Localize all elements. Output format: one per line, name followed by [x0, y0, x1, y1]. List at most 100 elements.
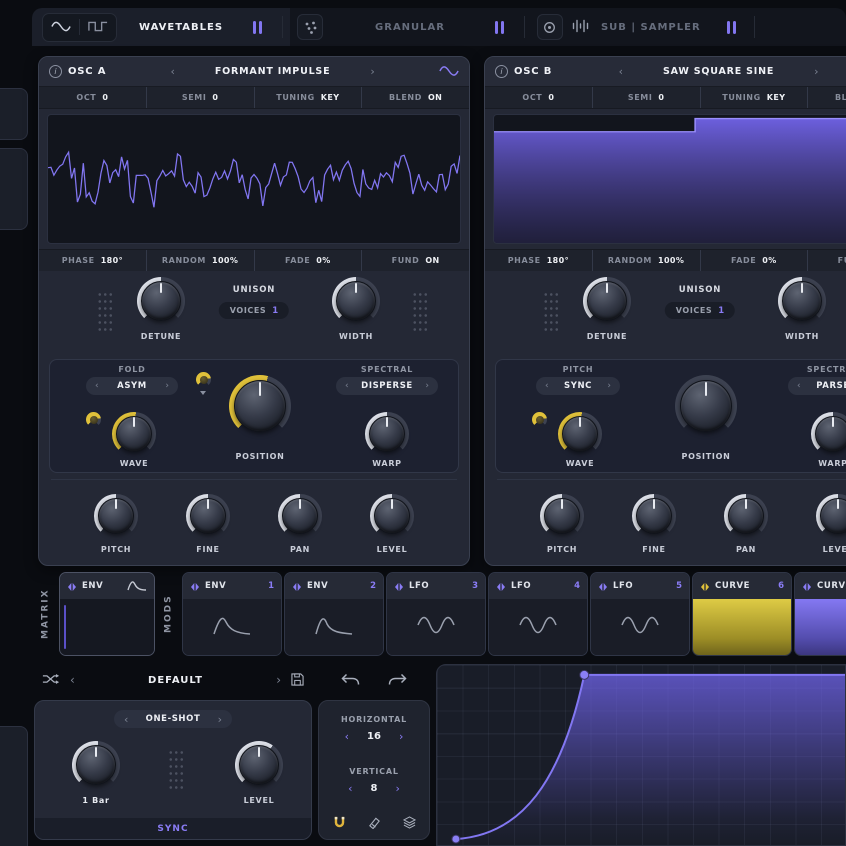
tab-sub-sampler[interactable]: SUB | SAMPLER: [601, 22, 701, 33]
mod-slot-curve-6[interactable]: CURVE 6: [692, 572, 792, 656]
info-icon[interactable]: i: [495, 65, 508, 78]
sync-toggle[interactable]: SYNC: [35, 818, 311, 839]
phase-control[interactable]: PHASE180°: [485, 250, 592, 271]
semi-control[interactable]: SEMI0: [146, 87, 254, 108]
chevron-left-icon[interactable]: ‹: [797, 382, 801, 391]
env-master-slot[interactable]: ENV: [59, 572, 155, 656]
chevron-left-icon[interactable]: ‹: [170, 66, 174, 77]
position-knob[interactable]: [675, 375, 737, 437]
chevron-left-icon[interactable]: ‹: [95, 382, 99, 391]
random-control[interactable]: RANDOM100%: [592, 250, 700, 271]
chevron-right-icon[interactable]: ›: [607, 382, 611, 391]
blend-control[interactable]: BLENDON: [807, 87, 846, 108]
tab-wavetables[interactable]: WAVETABLES: [139, 22, 223, 33]
eraser-icon[interactable]: [368, 814, 381, 833]
warp-knob[interactable]: [365, 412, 409, 456]
pitch-knob[interactable]: PITCH: [94, 494, 138, 554]
oct-control[interactable]: OCT0: [39, 87, 146, 108]
fund-control[interactable]: FUNDON: [807, 250, 846, 271]
vertical-grid-value[interactable]: 8: [371, 783, 378, 794]
decrease-icon[interactable]: ‹: [348, 783, 352, 794]
sampler-waveform-icon[interactable]: [572, 18, 589, 37]
curve-node[interactable]: [580, 670, 589, 679]
chevron-left-icon[interactable]: ‹: [124, 714, 128, 725]
fade-control[interactable]: FADE0%: [254, 250, 362, 271]
chevron-right-icon[interactable]: ›: [814, 66, 818, 77]
drag-handle[interactable]: [543, 291, 558, 331]
tuning-control[interactable]: TUNINGKEY: [254, 87, 362, 108]
wave-mod-amount-knob[interactable]: [86, 412, 101, 427]
curve-preset-name[interactable]: DEFAULT: [85, 675, 266, 686]
chevron-right-icon[interactable]: ›: [370, 66, 374, 77]
rate-value[interactable]: 1 Bar: [82, 796, 109, 805]
wavetables-pause-button[interactable]: [253, 21, 262, 34]
oct-control[interactable]: OCT0: [485, 87, 592, 108]
fine-knob[interactable]: FINE: [186, 494, 230, 554]
square-wave-icon[interactable]: [88, 18, 108, 37]
chevron-left-icon[interactable]: ‹: [545, 382, 549, 391]
sine-wave-icon[interactable]: [51, 18, 71, 37]
chevron-left-icon[interactable]: ‹: [619, 66, 623, 77]
voices-control[interactable]: VOICES 1: [665, 302, 735, 319]
mod-slot-lfo-3[interactable]: LFO 3: [386, 572, 486, 656]
randomize-icon[interactable]: [42, 671, 60, 690]
tab-granular[interactable]: GRANULAR: [375, 22, 445, 33]
position-knob[interactable]: [229, 375, 291, 437]
decrease-icon[interactable]: ‹: [345, 731, 349, 742]
osc-b-wavetable-name[interactable]: SAW SQUARE SINE: [663, 66, 774, 77]
chevron-right-icon[interactable]: ›: [425, 382, 429, 391]
width-knob[interactable]: [778, 277, 826, 325]
fine-knob[interactable]: FINE: [632, 494, 676, 554]
level-knob[interactable]: LEVEL: [370, 494, 414, 554]
info-icon[interactable]: i: [49, 65, 62, 78]
blend-control[interactable]: BLENDON: [361, 87, 469, 108]
fold-mode-selector[interactable]: ‹ ASYM ›: [86, 377, 178, 395]
tuning-control[interactable]: TUNINGKEY: [700, 87, 808, 108]
increase-icon[interactable]: ›: [399, 731, 403, 742]
pitch-mode-selector[interactable]: ‹ SYNC ›: [536, 377, 620, 395]
curve-node[interactable]: [452, 835, 460, 843]
snap-magnet-icon[interactable]: [333, 814, 346, 833]
mod-dropdown-icon[interactable]: [200, 391, 206, 395]
spectral-mode-selector[interactable]: ‹ PARSE ›: [788, 377, 846, 395]
mod-slot-env-2[interactable]: ENV 2: [284, 572, 384, 656]
fund-control[interactable]: FUNDON: [361, 250, 469, 271]
pan-knob[interactable]: PAN: [724, 494, 768, 554]
next-preset-icon[interactable]: ›: [276, 674, 281, 686]
mod-slot-curve-7[interactable]: CURVE: [794, 572, 846, 656]
wave-knob[interactable]: [558, 412, 602, 456]
osc-a-wavetable-selector[interactable]: ‹ FORMANT IMPULSE ›: [106, 66, 439, 77]
spectral-mode-selector[interactable]: ‹ DISPERSE ›: [336, 377, 438, 395]
position-mod-amount-knob[interactable]: [196, 372, 211, 387]
playback-mode-selector[interactable]: ‹ ONE-SHOT ›: [114, 710, 232, 728]
sub-oscillator-icon[interactable]: [537, 14, 563, 40]
chevron-left-icon[interactable]: ‹: [345, 382, 349, 391]
granular-pause-button[interactable]: [495, 21, 504, 34]
fade-control[interactable]: FADE0%: [700, 250, 808, 271]
horizontal-grid-value[interactable]: 16: [367, 731, 381, 742]
osc-a-waveform-display[interactable]: [47, 114, 461, 244]
level-knob[interactable]: LEVEL: [816, 494, 846, 554]
drag-handle[interactable]: [412, 291, 427, 331]
drag-handle[interactable]: [97, 291, 112, 331]
chevron-right-icon[interactable]: ›: [218, 714, 222, 725]
mod-slot-env-1[interactable]: ENV 1: [182, 572, 282, 656]
save-icon[interactable]: [291, 671, 304, 690]
warp-knob[interactable]: [811, 412, 846, 456]
wave-knob[interactable]: [112, 412, 156, 456]
sub-sampler-pause-button[interactable]: [727, 21, 736, 34]
random-control[interactable]: RANDOM100%: [146, 250, 254, 271]
redo-icon[interactable]: [388, 671, 407, 690]
voices-control[interactable]: VOICES 1: [219, 302, 289, 319]
osc-b-wavetable-selector[interactable]: ‹ SAW SQUARE SINE ›: [552, 66, 846, 77]
increase-icon[interactable]: ›: [395, 783, 399, 794]
detune-knob[interactable]: [137, 277, 185, 325]
rate-knob[interactable]: [72, 741, 120, 789]
semi-control[interactable]: SEMI0: [592, 87, 700, 108]
prev-preset-icon[interactable]: ‹: [70, 674, 75, 686]
width-knob[interactable]: [332, 277, 380, 325]
chevron-right-icon[interactable]: ›: [165, 382, 169, 391]
mod-slot-lfo-4[interactable]: LFO 4: [488, 572, 588, 656]
wave-mod-amount-knob[interactable]: [532, 412, 547, 427]
osc-b-waveform-display[interactable]: [493, 114, 846, 244]
